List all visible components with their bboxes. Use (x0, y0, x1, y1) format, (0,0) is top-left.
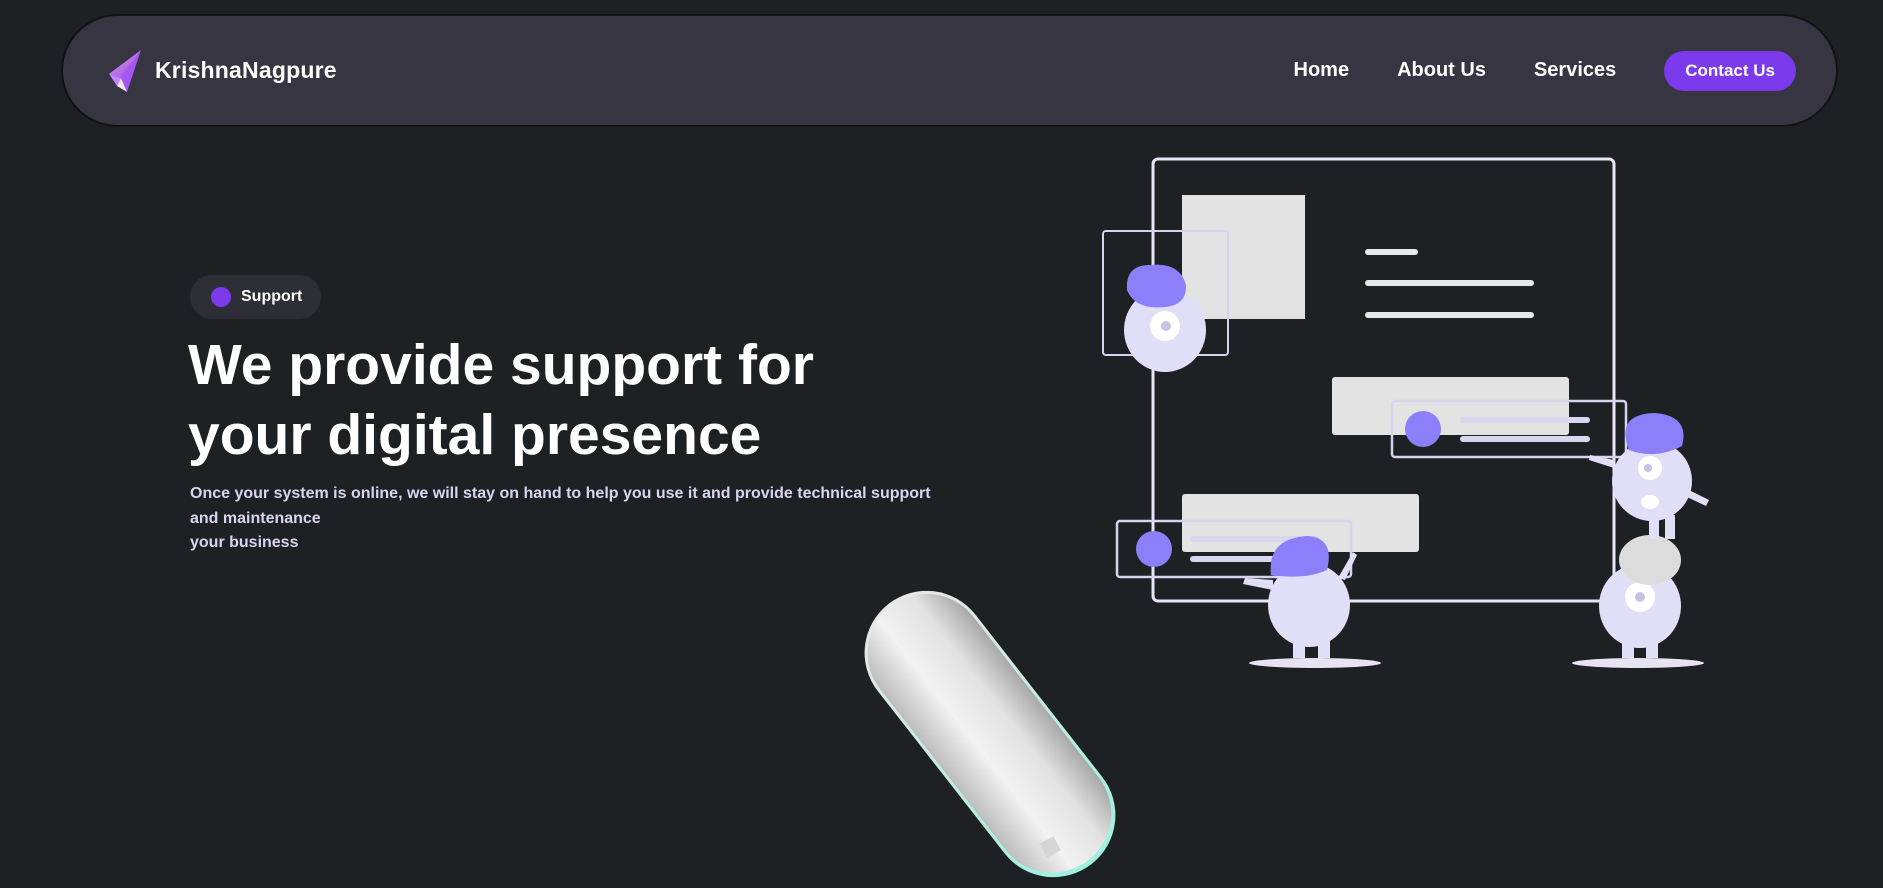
support-badge: Support (190, 275, 322, 319)
support-illustration (1102, 157, 1709, 668)
badge-dot-icon (211, 287, 231, 307)
brand[interactable]: KrishnaNagpure (107, 48, 337, 94)
badge-label: Support (241, 288, 303, 305)
navbar: KrishnaNagpure Home About Us Services Co… (61, 14, 1838, 127)
hero-title-line: We provide support for (188, 333, 814, 397)
page: KrishnaNagpure Home About Us Services Co… (0, 0, 1883, 888)
hero-subtitle: Once your system is online, we will stay… (190, 482, 970, 556)
paper-plane-logo-icon (109, 49, 141, 92)
main-nav: Home About Us Services Contact Us (1294, 50, 1796, 91)
hero-subtitle-line: Once your system is online, we will stay… (190, 485, 931, 502)
hero-title: We provide support for your digital pres… (188, 330, 1008, 470)
nav-home-link[interactable]: Home (1294, 59, 1350, 82)
nav-services-link[interactable]: Services (1534, 59, 1616, 82)
hero-subtitle-line: your business (190, 534, 299, 551)
brand-name: KrishnaNagpure (155, 57, 337, 83)
hero-subtitle-line: and maintenance (190, 509, 321, 527)
contact-us-button[interactable]: Contact Us (1664, 50, 1796, 91)
hero-title-line: your digital presence (188, 403, 762, 467)
nav-about-link[interactable]: About Us (1397, 59, 1486, 82)
